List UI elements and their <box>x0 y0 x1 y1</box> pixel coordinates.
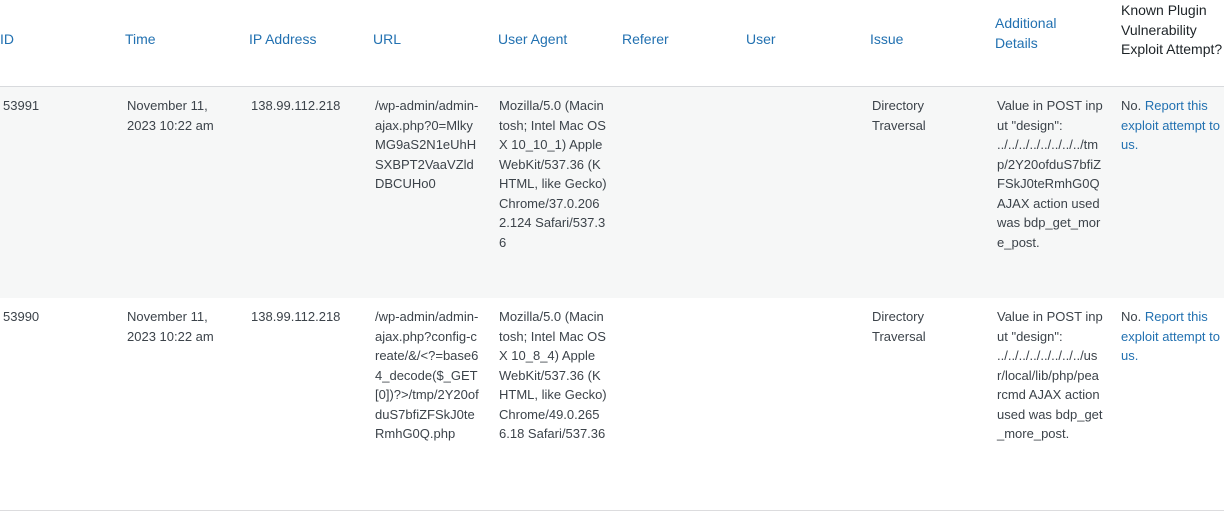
activity-log-table: ID Time IP Address URL User Agent Refere… <box>0 0 1224 511</box>
table-header-row: ID Time IP Address URL User Agent Refere… <box>0 0 1224 87</box>
column-header-additional-details[interactable]: Additional Details <box>995 14 1085 53</box>
column-header-issue[interactable]: Issue <box>870 30 903 50</box>
cell-ip-address: 138.99.112.218 <box>251 309 341 324</box>
cell-known-plugin-vulnerability: No. Report this exploit attempt to us. <box>1121 96 1221 155</box>
column-header-ip-address[interactable]: IP Address <box>249 30 316 50</box>
cell-known-plugin-vulnerability: No. Report this exploit attempt to us. <box>1121 307 1221 366</box>
known-plugin-status: No. <box>1121 98 1142 113</box>
cell-issue: Directory Traversal <box>872 98 926 133</box>
known-plugin-status: No. <box>1121 309 1142 324</box>
column-header-url[interactable]: URL <box>373 30 401 50</box>
cell-id: 53991 <box>3 98 40 113</box>
table-row: 53990 November 11, 2023 10:22 am 138.99.… <box>0 298 1224 511</box>
table-row: 53991 November 11, 2023 10:22 am 138.99.… <box>0 87 1224 298</box>
cell-user-agent: Mozilla/5.0 (Macintosh; Intel Mac OS X 1… <box>499 98 607 250</box>
cell-additional-details: Value in POST input "design": ../../../.… <box>997 309 1103 441</box>
column-header-referer[interactable]: Referer <box>622 30 669 50</box>
cell-time: November 11, 2023 10:22 am <box>127 309 214 344</box>
column-header-id[interactable]: ID <box>0 30 14 50</box>
cell-time: November 11, 2023 10:22 am <box>127 98 214 133</box>
column-header-time[interactable]: Time <box>125 30 156 50</box>
cell-id: 53990 <box>3 309 40 324</box>
column-header-user[interactable]: User <box>746 30 776 50</box>
cell-url: /wp-admin/admin-ajax.php?config-create/&… <box>375 309 479 441</box>
cell-ip-address: 138.99.112.218 <box>251 98 341 113</box>
cell-url: /wp-admin/admin-ajax.php?0=MlkyMG9aS2N1e… <box>375 98 479 191</box>
cell-additional-details: Value in POST input "design": ../../../.… <box>997 98 1103 250</box>
cell-user-agent: Mozilla/5.0 (Macintosh; Intel Mac OS X 1… <box>499 309 607 441</box>
cell-issue: Directory Traversal <box>872 309 926 344</box>
column-header-user-agent[interactable]: User Agent <box>498 30 567 50</box>
column-header-known-plugin-vulnerability: Known Plugin Vulnerability Exploit Attem… <box>1121 2 1223 57</box>
